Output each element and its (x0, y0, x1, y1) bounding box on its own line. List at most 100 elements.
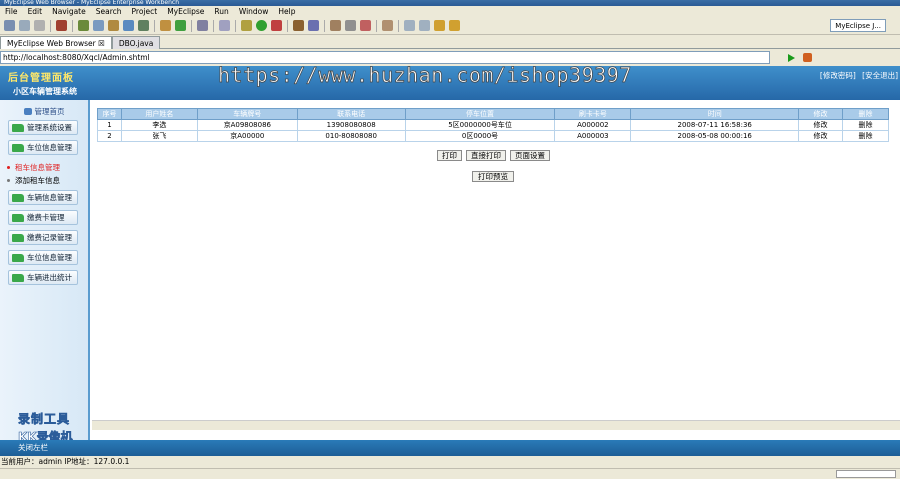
sidebar-item-parking-spaces[interactable]: 车位信息管理 (8, 140, 78, 155)
table-cell: A000003 (554, 130, 632, 142)
print-preview-button[interactable]: 打印预览 (472, 171, 514, 182)
sidebar-item-label: 车辆信息管理 (27, 193, 72, 202)
direct-print-button[interactable]: 直接打印 (466, 150, 506, 161)
sidebar: 管理首页 管理系统设置 车位信息管理 租车信息管理 添加租车信息 车辆信息管理 … (0, 100, 90, 444)
book-icon (12, 254, 24, 262)
toolbar-divider (213, 19, 214, 32)
previous-annotation-icon[interactable] (419, 20, 430, 31)
next-annotation-icon[interactable] (404, 20, 415, 31)
logout-link[interactable]: [安全退出] (862, 71, 898, 80)
sidebar-item-label: 车位信息管理 (27, 143, 72, 152)
sidebar-item-vehicles[interactable]: 车辆信息管理 (8, 190, 78, 205)
deploy-icon[interactable] (78, 20, 89, 31)
book-icon (12, 214, 24, 222)
horizontal-scrollbar[interactable] (92, 420, 900, 430)
window-icon[interactable] (197, 20, 208, 31)
app-header: 后台管理面板 小区车辆管理系统 [修改密码] [安全退出] https://ww… (0, 63, 900, 100)
menu-project[interactable]: Project (127, 6, 163, 17)
sidebar-item-system-settings[interactable]: 管理系统设置 (8, 120, 78, 135)
column-header: 车辆牌号 (196, 108, 298, 120)
external-tools-icon[interactable] (271, 20, 282, 31)
sidebar-item-label: 缴费卡管理 (27, 213, 65, 222)
page-setup-button[interactable]: 页面设置 (510, 150, 550, 161)
new-icon[interactable] (4, 20, 15, 31)
tab-dbo-java[interactable]: DBO.java (111, 36, 161, 49)
sidebar-item-label: 车位信息管理 (27, 253, 72, 262)
back-icon[interactable] (434, 20, 445, 31)
perspective-switcher[interactable]: MyEclipse J... (830, 19, 886, 32)
search-icon[interactable] (330, 20, 341, 31)
table-row: 2 张飞 京A00000 010-80808080 0区0000号 A00000… (97, 130, 889, 142)
menu-navigate[interactable]: Navigate (47, 6, 91, 17)
debug-icon[interactable] (241, 20, 252, 31)
task-icon[interactable] (219, 20, 230, 31)
tab-web-browser[interactable]: MyEclipse Web Browser ☒ (0, 36, 112, 49)
menu-window[interactable]: Window (234, 6, 274, 17)
editor-tabs: MyEclipse Web Browser ☒ DBO.java (0, 35, 900, 49)
user-info-bar: 当前用户：admin IP地址：127.0.0.1 (0, 456, 900, 468)
server-icon[interactable] (56, 20, 67, 31)
open-type-icon[interactable] (308, 20, 319, 31)
annotation-icon[interactable] (345, 20, 356, 31)
pin-icon[interactable] (382, 20, 393, 31)
web-icon[interactable] (123, 20, 134, 31)
menu-edit[interactable]: Edit (23, 6, 48, 17)
menu-myeclipse[interactable]: MyEclipse (162, 6, 209, 17)
save-icon[interactable] (19, 20, 30, 31)
globe-icon[interactable] (138, 20, 149, 31)
book-icon (12, 234, 24, 242)
toolbar-divider (235, 19, 236, 32)
go-icon[interactable] (788, 53, 795, 62)
progress-indicator (836, 470, 896, 478)
toolbar-divider (398, 19, 399, 32)
sidebar-sub-label: 添加租车信息 (15, 176, 60, 185)
book-icon (12, 194, 24, 202)
table-cell: 2 (97, 130, 122, 142)
print-icon[interactable] (34, 20, 45, 31)
sidebar-home[interactable]: 管理首页 (0, 106, 88, 118)
url-watermark: https://www.huzhan.com/ishop39397 (218, 63, 632, 88)
book-icon (12, 124, 24, 132)
column-header: 修改 (798, 108, 843, 120)
sidebar-item-cards[interactable]: 缴费卡管理 (8, 210, 78, 225)
print-button[interactable]: 打印 (437, 150, 462, 161)
table-cell: 010-80808080 (296, 130, 406, 142)
close-sidebar-bar[interactable]: 关闭左栏 (0, 440, 900, 456)
app-logo: 后台管理面板 (8, 73, 74, 84)
folder-icon[interactable] (108, 20, 119, 31)
browser-menu-icon[interactable] (803, 53, 812, 62)
sidebar-item-payment-records[interactable]: 缴费记录管理 (8, 230, 78, 245)
sidebar-sub-rental-add[interactable]: 添加租车信息 (7, 175, 60, 186)
new-class-icon[interactable] (293, 20, 304, 31)
menu-search[interactable]: Search (91, 6, 127, 17)
bullet-icon (7, 179, 10, 182)
refresh-icon[interactable] (175, 20, 186, 31)
bookmark-icon[interactable] (360, 20, 371, 31)
toolbar-divider (50, 19, 51, 32)
menu-run[interactable]: Run (209, 6, 233, 17)
print-button-row: 打印 直接打印 页面设置 (437, 150, 550, 161)
change-password-link[interactable]: [修改密码] (820, 71, 856, 80)
open-icon[interactable] (160, 20, 171, 31)
ide-toolbar (0, 17, 900, 35)
table-cell: 京A00000 (196, 130, 298, 142)
edit-link[interactable]: 修改 (798, 130, 843, 142)
ide-status-bar (0, 468, 900, 479)
package-icon[interactable] (93, 20, 104, 31)
table-cell: A000002 (554, 119, 632, 131)
sidebar-sub-rental-manage[interactable]: 租车信息管理 (7, 162, 60, 173)
delete-link[interactable]: 删除 (842, 130, 889, 142)
column-header: 用户姓名 (120, 108, 198, 120)
delete-link[interactable]: 删除 (842, 119, 889, 131)
menu-help[interactable]: Help (273, 6, 300, 17)
forward-icon[interactable] (449, 20, 460, 31)
menu-file[interactable]: File (0, 6, 23, 17)
sidebar-item-space-info[interactable]: 车位信息管理 (8, 250, 78, 265)
sidebar-item-traffic-stats[interactable]: 车辆进出统计 (8, 270, 78, 285)
column-header: 时间 (630, 108, 800, 120)
toolbar-divider (154, 19, 155, 32)
sidebar-item-label: 缴费记录管理 (27, 233, 72, 242)
toolbar-divider (287, 19, 288, 32)
edit-link[interactable]: 修改 (798, 119, 843, 131)
run-icon[interactable] (256, 20, 267, 31)
